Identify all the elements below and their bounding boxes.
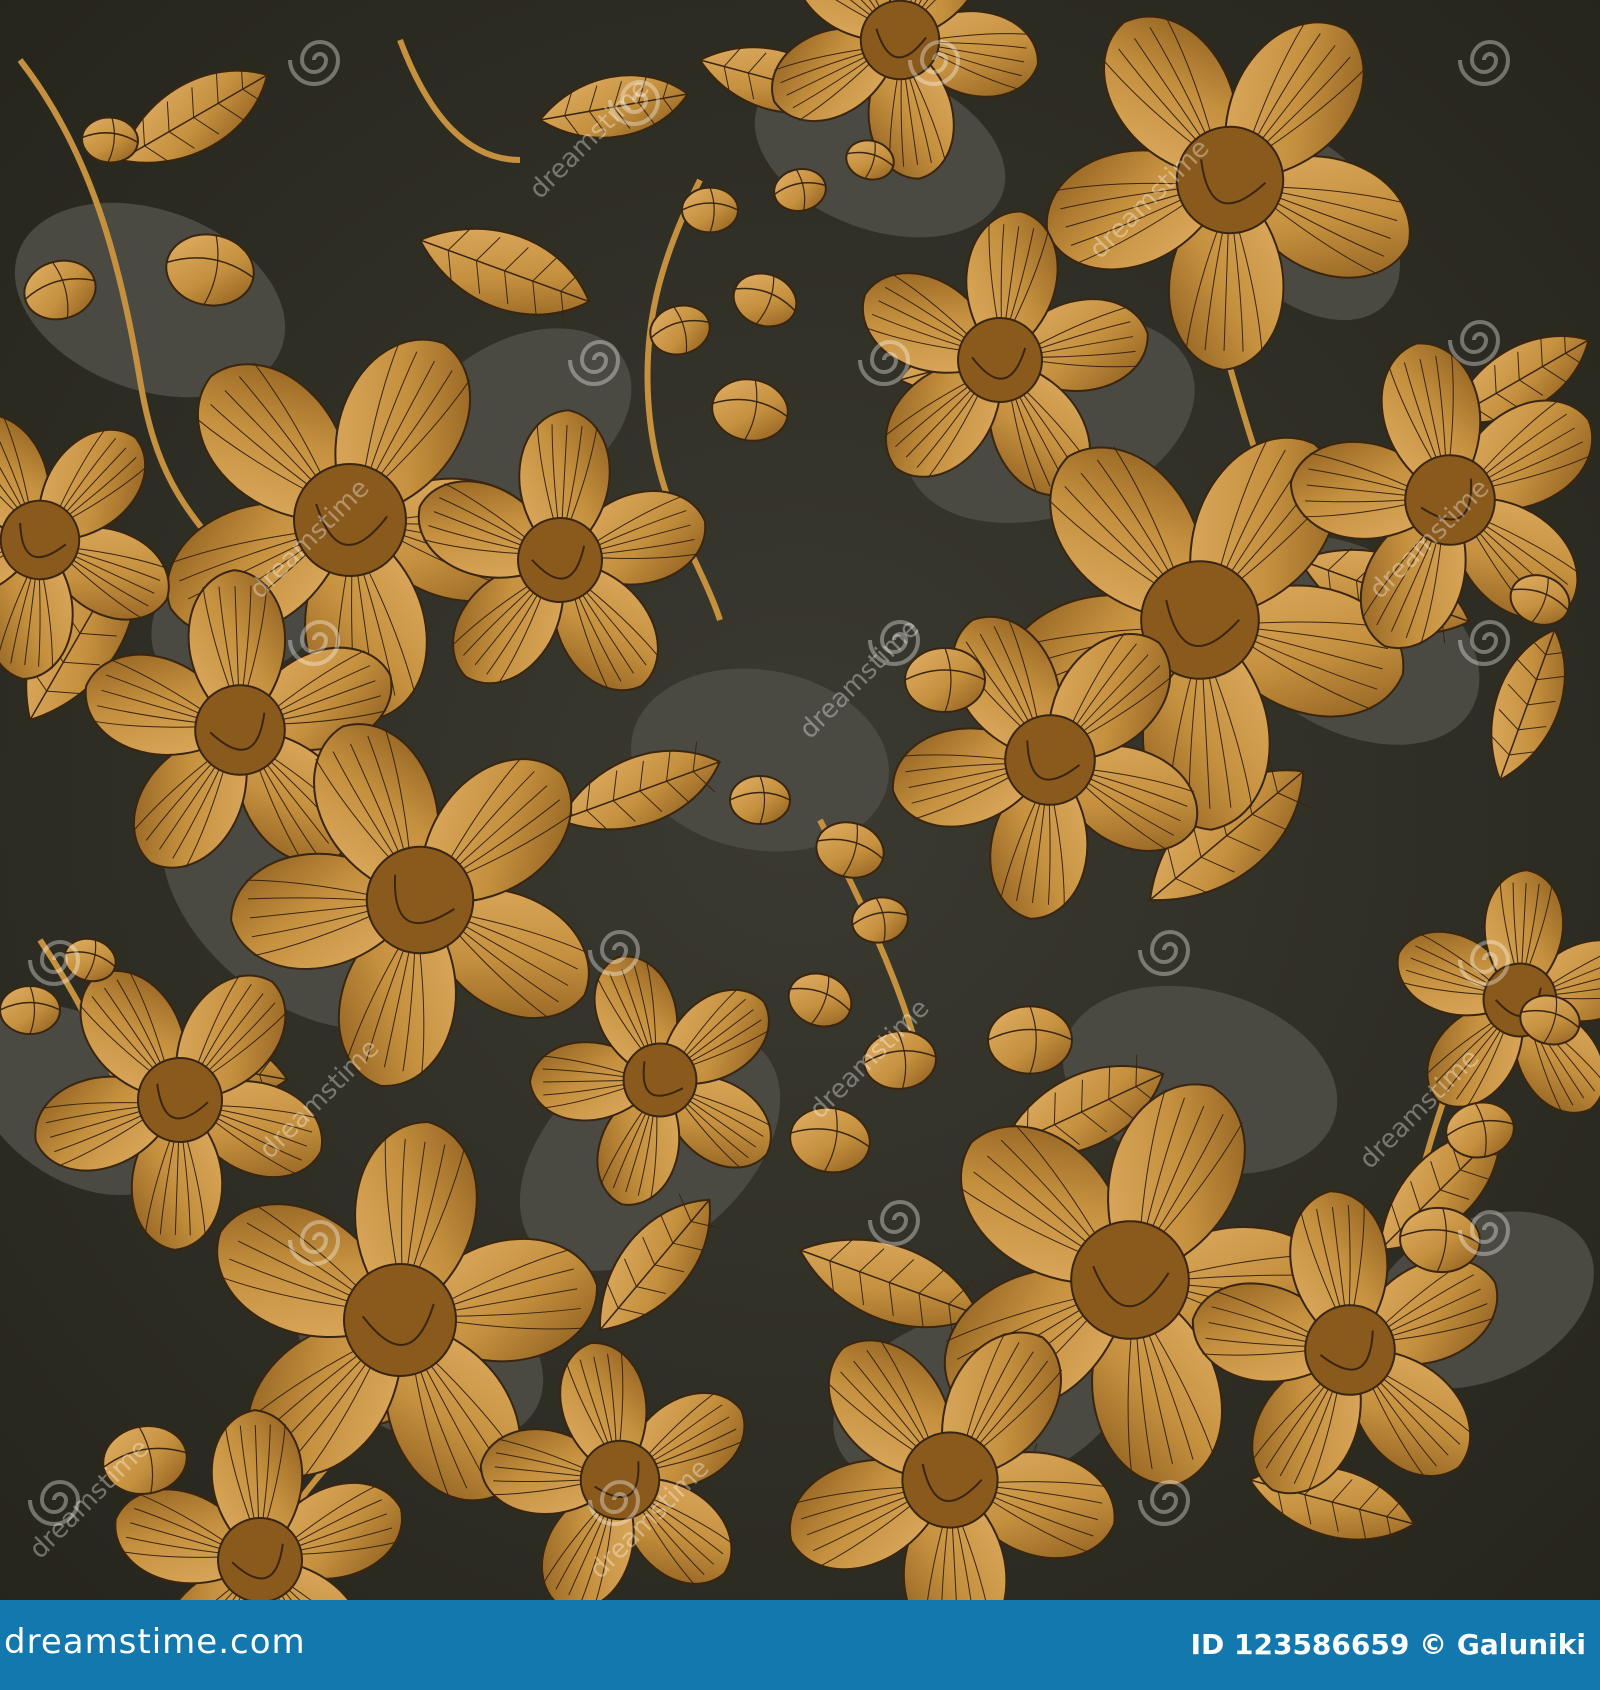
orchid-bud	[0, 985, 61, 1035]
orchid-bud	[729, 775, 791, 825]
footer-bar: dreamstime.com ID 123586659 © Galuniki	[0, 1600, 1600, 1690]
orchid-pattern-artwork: dreamstime dreamstimedreamstimedreamstime…	[0, 0, 1600, 1600]
stock-image: dreamstime dreamstime dreamstime dreamstime…	[0, 0, 1600, 1690]
site-logo[interactable]: dreamstime.com	[4, 1622, 306, 1662]
orchid-bud	[987, 1005, 1073, 1075]
image-credit: ID 123586659 © Galuniki	[1190, 1628, 1586, 1661]
orchid-bud	[904, 647, 986, 713]
orchid-bud	[681, 186, 739, 234]
